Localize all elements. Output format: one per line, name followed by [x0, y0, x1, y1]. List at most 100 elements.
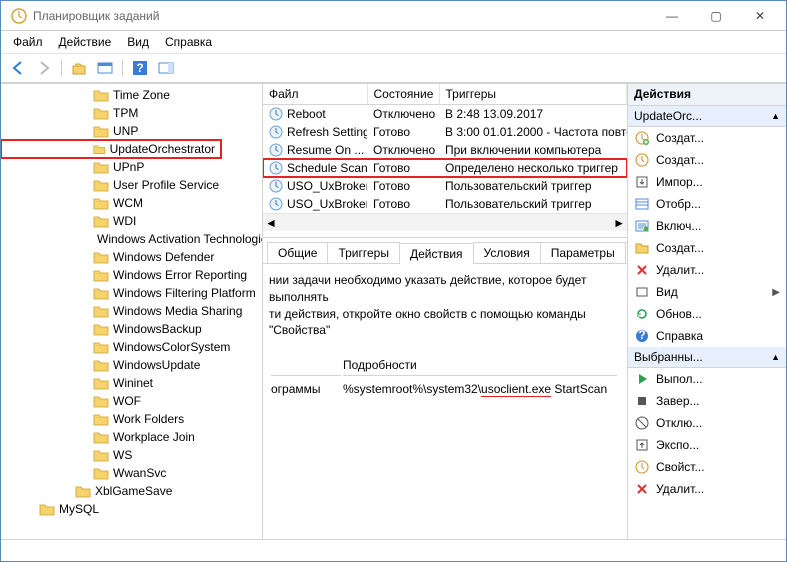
end-icon: [634, 393, 650, 409]
tree-item-label: WwanSvc: [113, 466, 166, 480]
tree-item[interactable]: Windows Filtering Platform: [1, 284, 262, 302]
tree-item[interactable]: WindowsUpdate: [1, 356, 262, 374]
menu-help[interactable]: Справка: [157, 33, 220, 51]
tree-item[interactable]: WindowsColorSystem: [1, 338, 262, 356]
action-end[interactable]: Завер...: [628, 390, 786, 412]
tab-settings[interactable]: Параметры: [540, 242, 626, 263]
task-row[interactable]: Refresh SettingsГотовоВ 3:00 01.01.2000 …: [263, 123, 627, 141]
action-export[interactable]: Экспо...: [628, 434, 786, 456]
action-section-header[interactable]: Выбранны...▲: [628, 347, 786, 368]
action-new-task[interactable]: Создат...: [628, 127, 786, 149]
tree-item[interactable]: UpdateOrchestrator: [1, 140, 221, 158]
tree-item-label: Windows Error Reporting: [113, 268, 247, 282]
tree-item-label: WindowsColorSystem: [113, 340, 230, 354]
col-file[interactable]: Файл: [263, 84, 367, 105]
action-new-task-basic[interactable]: Создат...: [628, 149, 786, 171]
tree-item[interactable]: TPM: [1, 104, 262, 122]
props-icon: [634, 459, 650, 475]
action-new-folder[interactable]: Создат...: [628, 237, 786, 259]
tab-actions[interactable]: Действия: [399, 243, 474, 264]
tree-item[interactable]: Workplace Join: [1, 428, 262, 446]
up-button[interactable]: [68, 57, 90, 79]
tree-item-label: Time Zone: [113, 88, 170, 102]
col-state[interactable]: Состояние: [367, 84, 439, 105]
tree-item[interactable]: Windows Activation Technologies: [1, 230, 262, 248]
tree-item[interactable]: Windows Media Sharing: [1, 302, 262, 320]
back-button[interactable]: [7, 57, 29, 79]
minimize-button[interactable]: —: [650, 2, 694, 30]
tree-item-label: Workplace Join: [113, 430, 195, 444]
action-row[interactable]: ограммы %systemroot%\system32\usoclient.…: [271, 378, 617, 399]
menu-view[interactable]: Вид: [119, 33, 157, 51]
action-refresh[interactable]: Обнов...: [628, 303, 786, 325]
tree-item[interactable]: Windows Error Reporting: [1, 266, 262, 284]
tree-item[interactable]: WOF: [1, 392, 262, 410]
refresh-icon: [634, 306, 650, 322]
tree-item[interactable]: WCM: [1, 194, 262, 212]
tree-item-label: Windows Activation Technologies: [97, 232, 263, 246]
action-section-header[interactable]: UpdateOrc...▲: [628, 106, 786, 127]
maximize-button[interactable]: ▢: [694, 2, 738, 30]
tree-item[interactable]: WS: [1, 446, 262, 464]
run-icon: [634, 371, 650, 387]
action-run[interactable]: Выпол...: [628, 368, 786, 390]
tree-pane[interactable]: Time Zone TPM UNP UpdateOrchestratorUPnPUse…: [1, 84, 263, 539]
help-button[interactable]: ?: [129, 57, 151, 79]
tree-item-label: WS: [113, 448, 132, 462]
action-view[interactable]: Вид▶: [628, 281, 786, 303]
forward-button[interactable]: [33, 57, 55, 79]
action-import[interactable]: Импор...: [628, 171, 786, 193]
tab-general[interactable]: Общие: [267, 242, 328, 263]
action-enable-log[interactable]: Включ...: [628, 215, 786, 237]
tab-log[interactable]: Журнал: [625, 242, 627, 263]
menu-file[interactable]: Файл: [5, 33, 51, 51]
tree-item[interactable]: Work Folders: [1, 410, 262, 428]
menubar: Файл Действие Вид Справка: [1, 31, 786, 53]
toggle-pane-button[interactable]: [94, 57, 116, 79]
action-disable[interactable]: Отклю...: [628, 412, 786, 434]
content: Time Zone TPM UNP UpdateOrchestratorUPnPUse…: [1, 83, 786, 539]
actions-pane: Действия UpdateOrc...▲Создат...Создат...…: [628, 84, 786, 539]
tree-item[interactable]: WwanSvc: [1, 464, 262, 482]
action-delete[interactable]: Удалит...: [628, 259, 786, 281]
task-row[interactable]: USO_UxBrokerГотовоПользовательский тригг…: [263, 177, 627, 195]
action-delete[interactable]: Удалит...: [628, 478, 786, 500]
window-title: Планировщик заданий: [33, 9, 650, 23]
action-show-all[interactable]: Отобр...: [628, 193, 786, 215]
col-triggers[interactable]: Триггеры: [439, 84, 627, 105]
tree-item[interactable]: WindowsBackup: [1, 320, 262, 338]
tab-body-actions: нии задачи необходимо указать действие, …: [263, 264, 627, 539]
menu-action[interactable]: Действие: [51, 33, 120, 51]
action-help[interactable]: ?Справка: [628, 325, 786, 347]
task-row[interactable]: Resume On ...ОтключеноПри включении комп…: [263, 141, 627, 159]
tree-item[interactable]: UPnP: [1, 158, 262, 176]
tree-item[interactable]: User Profile Service: [1, 176, 262, 194]
task-row[interactable]: Schedule ScanГотовоОпределено несколько …: [263, 159, 627, 177]
tree-item[interactable]: WDI: [1, 212, 262, 230]
close-button[interactable]: ✕: [738, 2, 782, 30]
titlebar: Планировщик заданий — ▢ ✕: [1, 1, 786, 31]
toggle-actions-button[interactable]: [155, 57, 177, 79]
new-folder-icon: [634, 240, 650, 256]
tree-item-label: WCM: [113, 196, 143, 210]
hscrollbar[interactable]: ◄►: [263, 213, 627, 231]
statusbar: [1, 539, 786, 561]
tree-item-label: WindowsUpdate: [113, 358, 200, 372]
task-row[interactable]: RebootОтключеноВ 2:48 13.09.2017: [263, 105, 627, 124]
tree-item-label: WindowsBackup: [113, 322, 202, 336]
tab-triggers[interactable]: Триггеры: [327, 242, 400, 263]
action-props[interactable]: Свойст...: [628, 456, 786, 478]
tab-conditions[interactable]: Условия: [473, 242, 541, 263]
tree-item[interactable]: Wininet: [1, 374, 262, 392]
tree-item[interactable]: Time Zone: [1, 86, 262, 104]
tree-item[interactable]: XblGameSave: [1, 482, 262, 500]
app-icon: [11, 8, 27, 24]
tree-item-label: Windows Defender: [113, 250, 214, 264]
tree-item[interactable]: UNP: [1, 122, 262, 140]
task-row[interactable]: USO_UxBrokerГотовоПользовательский тригг…: [263, 195, 627, 213]
tree-item-label: UNP: [113, 124, 138, 138]
task-list[interactable]: Файл Состояние Триггеры RebootОтключеноВ…: [263, 84, 627, 238]
task-properties: Общие Триггеры Действия Условия Параметр…: [263, 238, 627, 539]
tree-item[interactable]: MySQL: [1, 500, 262, 518]
tree-item[interactable]: Windows Defender: [1, 248, 262, 266]
